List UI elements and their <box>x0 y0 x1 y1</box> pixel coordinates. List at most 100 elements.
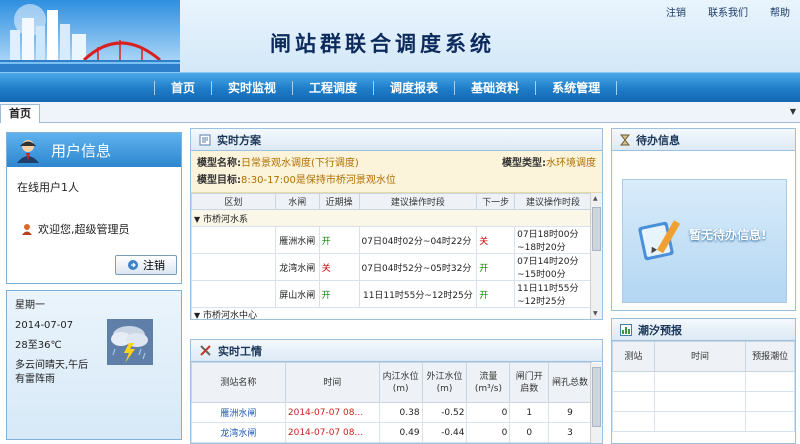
realtime-vertical-scrollbar[interactable] <box>590 363 602 443</box>
group-row[interactable]: ▼ 市桥河水系 <box>191 209 592 227</box>
bar-chart-icon <box>620 323 632 336</box>
realtime-table: 测站名称 时间 内江水位(m) 外江水位(m) 流量(m³/s) 闸门开启数 闸… <box>191 362 592 443</box>
col-header: 下一步 <box>476 193 516 210</box>
todo-empty-text: 暂无待办信息! <box>689 228 767 242</box>
tide-forecast-panel: 潮汐预报 测站 时间 预报潮位 <box>611 318 796 444</box>
user-info-panel: 用户信息 在线用户1人 欢迎您,超级管理员 注销 <box>6 132 182 284</box>
station-name[interactable]: 雁洲水闸 <box>191 402 286 423</box>
recent-op: 关 <box>318 253 360 281</box>
main-nav: 首页 实时监视 工程调度 调度报表 基础资料 系统管理 <box>0 72 800 102</box>
gates-total: 3 <box>548 422 592 443</box>
model-goal-value: 8:30-17:00是保持市桥河景观水位 <box>241 175 396 186</box>
collapse-triangle-icon[interactable]: ▼ <box>194 215 200 224</box>
nav-separator <box>616 81 618 95</box>
table-row: 龙湾水闸 关 07日04时52分~05时32分 开 07日14时20分~15时0… <box>191 253 592 281</box>
station-time: 2014-07-07 08... <box>284 402 380 423</box>
table-row <box>612 371 795 392</box>
next-op-period: 07日18时00分~18时20分 <box>514 226 592 254</box>
col-header: 建议操作时段 <box>358 193 478 210</box>
nav-basic-data[interactable]: 基础资料 <box>455 73 535 103</box>
logout-button-label: 注销 <box>143 259 165 272</box>
col-header: 测站 <box>612 341 655 372</box>
outer-level: -0.52 <box>421 402 468 423</box>
tide-table-header: 测站 时间 预报潮位 <box>612 341 795 372</box>
nav-dispatch-report[interactable]: 调度报表 <box>374 73 454 103</box>
realtime-status-panel: 实时工情 测站名称 时间 内江水位(m) 外江水位(m) 流量(m³/s) 闸门… <box>190 339 603 444</box>
hourglass-icon <box>620 134 630 145</box>
tools-icon <box>200 345 211 356</box>
tide-title: 潮汐预报 <box>638 323 682 337</box>
plan-table: 区划 水闸 近期操 建议操作时段 下一步 建议操作时段 ▼ 市桥河水系 雁洲水闸… <box>191 193 592 319</box>
col-header: 建议操作时段 <box>514 193 592 210</box>
logout-button[interactable]: 注销 <box>115 255 177 275</box>
group-name: 市桥河水系 <box>203 214 249 225</box>
table-row <box>612 411 795 432</box>
model-type-label: 模型类型: <box>502 158 546 169</box>
model-name-label: 模型名称: <box>197 158 241 169</box>
col-header: 水闸 <box>274 193 320 210</box>
gate-name: 屏山水闸 <box>274 280 320 308</box>
plan-info-box: 模型名称:日常景观水调度(下行调度) 模型类型:水环境调度 模型目标:8:30-… <box>191 151 602 193</box>
op-period: 11日11时55分~12时25分 <box>358 280 478 308</box>
col-header: 时间 <box>284 362 380 403</box>
col-header: 预报潮位 <box>745 341 795 372</box>
scroll-thumb[interactable] <box>592 367 601 427</box>
realtime-table-header: 测站名称 时间 内江水位(m) 外江水位(m) 流量(m³/s) 闸门开启数 闸… <box>191 362 592 403</box>
tab-strip: 首页 ▼ <box>0 102 800 123</box>
app-header: 闸站群联合调度系统 注销 联系我们 帮助 <box>0 0 800 72</box>
user-info-header: 用户信息 <box>7 133 181 167</box>
weather-desc: 多云间晴天,午后有雷阵雨 <box>15 360 89 385</box>
model-name-value: 日常景观水调度(下行调度) <box>241 158 359 169</box>
nav-realtime-monitor[interactable]: 实时监视 <box>212 73 292 103</box>
todo-title-bar: 待办信息 <box>612 129 795 151</box>
op-period: 07日04时52分~05时32分 <box>358 253 478 281</box>
col-header: 近期操 <box>318 193 360 210</box>
station-time: 2014-07-07 08... <box>284 422 380 443</box>
scroll-thumb[interactable] <box>592 207 601 251</box>
next-op-period: 11日11时55分~12时25分 <box>514 280 592 308</box>
realtime-title: 实时工情 <box>218 344 262 358</box>
flow: 0 <box>466 422 511 443</box>
plan-vertical-scrollbar[interactable]: ▲ ▼ <box>590 193 602 319</box>
col-header: 外江水位(m) <box>421 362 468 403</box>
inner-level: 0.49 <box>378 422 423 443</box>
nav-home[interactable]: 首页 <box>155 73 211 103</box>
outer-level: -0.44 <box>421 422 468 443</box>
scroll-down-icon[interactable]: ▼ <box>593 310 598 317</box>
thunderstorm-icon <box>107 319 153 365</box>
weather-weekday: 星期一 <box>15 300 45 311</box>
contact-link[interactable]: 联系我们 <box>708 4 748 19</box>
nav-project-dispatch[interactable]: 工程调度 <box>293 73 373 103</box>
nav-system-admin[interactable]: 系统管理 <box>536 73 616 103</box>
notepad-pencil-icon <box>638 220 681 261</box>
col-header: 闸门开启数 <box>509 362 550 403</box>
next-op: 开 <box>476 253 516 281</box>
next-op: 关 <box>476 226 516 254</box>
next-op: 开 <box>476 280 516 308</box>
group-name: 市桥河水中心 <box>203 311 258 319</box>
tab-home[interactable]: 首页 <box>0 104 40 123</box>
table-row: 雁洲水闸 开 07日04时02分~04时22分 关 07日18时00分~18时2… <box>191 226 592 254</box>
gates-open: 0 <box>509 422 550 443</box>
gate-name: 雁洲水闸 <box>274 226 320 254</box>
gates-total: 9 <box>548 402 592 423</box>
model-goal-label: 模型目标: <box>197 175 241 186</box>
online-users-count: 在线用户1人 <box>17 181 79 194</box>
col-header: 时间 <box>653 341 747 372</box>
help-link[interactable]: 帮助 <box>770 4 790 19</box>
tab-dropdown-icon[interactable]: ▼ <box>790 107 796 116</box>
plan-table-scroll-area[interactable]: 区划 水闸 近期操 建议操作时段 下一步 建议操作时段 ▼ 市桥河水系 雁洲水闸… <box>191 193 602 319</box>
plan-table-header: 区划 水闸 近期操 建议操作时段 下一步 建议操作时段 <box>191 193 592 210</box>
table-row: 雁洲水闸 2014-07-07 08... 0.38 -0.52 0 1 9 <box>191 402 592 423</box>
weather-panel: 星期一 2014-07-07 28至36℃ 多云间晴天,午后有雷阵雨 <box>6 290 182 440</box>
realtime-plan-panel: 实时方案 模型名称:日常景观水调度(下行调度) 模型类型:水环境调度 模型目标:… <box>190 128 603 320</box>
todo-panel: 待办信息 暂无待办信息! <box>611 128 796 311</box>
station-name[interactable]: 龙湾水闸 <box>191 422 286 443</box>
col-header: 流量(m³/s) <box>466 362 511 403</box>
table-row: 龙湾水闸 2014-07-07 08... 0.49 -0.44 0 0 3 <box>191 422 592 443</box>
logout-link[interactable]: 注销 <box>666 4 686 19</box>
group-row-partial[interactable]: ▼ 市桥河水中心 <box>191 307 592 319</box>
scroll-up-icon[interactable]: ▲ <box>593 195 598 202</box>
gate-name: 龙湾水闸 <box>274 253 320 281</box>
col-header: 测站名称 <box>191 362 286 403</box>
